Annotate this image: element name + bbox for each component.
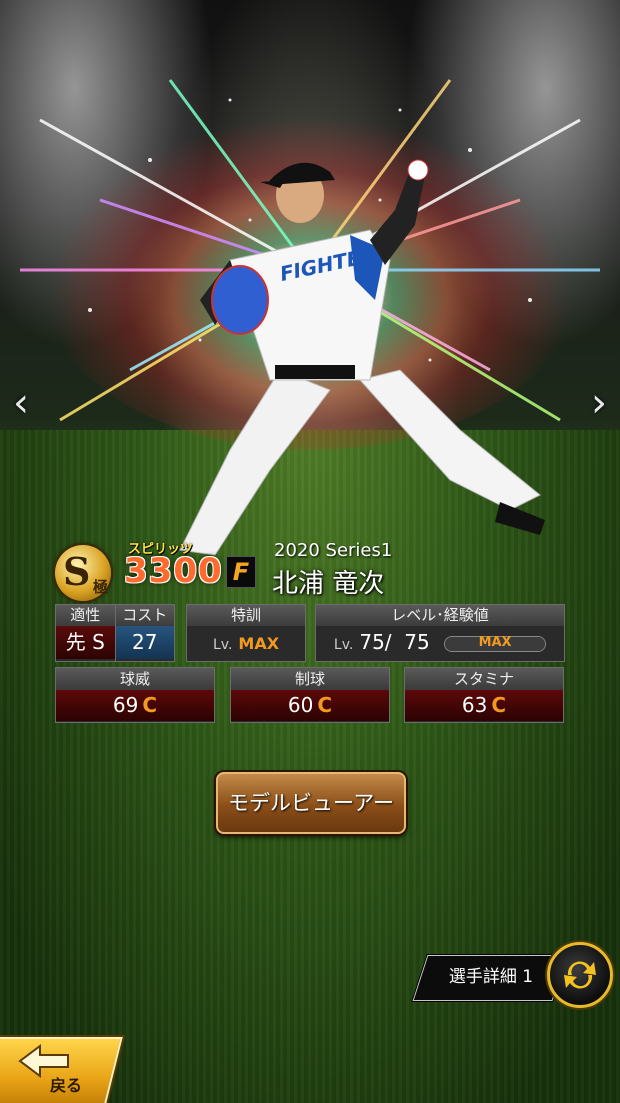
training-body: Lv. MAX [187,626,305,659]
level-header: レベル･経験値 [316,605,564,626]
back-label[interactable]: 戻る [50,1072,82,1096]
rank-letter: S [63,549,91,594]
ability-stamina: スタミナ 63 C [404,667,564,723]
aptitude-cost-panel: 適性 先 S コスト 27 [55,604,175,662]
ability-grade: C [491,693,507,717]
ability-value: 60 [287,693,314,717]
rank-badge: S 極 [55,545,111,601]
level-value: 75/ 75 [359,630,430,654]
team-logo-icon: F [226,556,256,588]
exp-bar: MAX [444,634,547,652]
level-lv-prefix: Lv. [333,637,354,653]
player-card-screen: ‹ › FIGHTERS S 極 スピリッツ 3300 F 2020 Serie… [0,0,620,1103]
ability-grade: C [142,693,158,717]
ability-body: 60 C [231,690,389,721]
level-body: Lv. 75/ 75 MAX [316,626,564,659]
ability-grade: C [317,693,333,717]
aptitude-cell: 適性 先 S [56,605,115,661]
training-value: MAX [238,634,280,653]
spirits-value: 3300 [124,551,223,591]
player-detail-label[interactable]: 選手詳細 1 [432,955,550,999]
ability-velocity: 球威 69 C [55,667,215,723]
exp-bar-label: MAX [478,634,512,650]
ability-body: 69 C [56,690,214,721]
rank-sub-label: 極 [92,578,108,596]
aptitude-value: 先 S [56,626,115,659]
model-viewer-button[interactable]: モデルビューアー [216,772,406,834]
switch-icon[interactable] [547,942,613,1008]
ability-name: 球威 [56,668,214,690]
aptitude-header: 適性 [56,605,115,626]
ability-name: 制球 [231,668,389,690]
training-panel: 特訓 Lv. MAX [186,604,306,662]
player-illustration: FIGHTERS [179,159,545,556]
ability-value: 69 [112,693,139,717]
level-exp-panel: レベル･経験値 Lv. 75/ 75 MAX [315,604,565,662]
player-name: 北浦 竜次 [272,569,385,599]
ability-name: スタミナ [405,668,563,690]
training-lv-prefix: Lv. [212,637,233,653]
ability-body: 63 C [405,690,563,721]
refresh-arrows-icon [564,961,596,989]
series-label: 2020 Series1 [274,540,393,561]
ability-control: 制球 60 C [230,667,390,723]
next-card-arrow-icon[interactable]: › [584,380,614,426]
cost-value: 27 [115,626,174,659]
prev-card-arrow-icon[interactable]: ‹ [6,380,36,426]
ability-value: 63 [461,693,488,717]
training-header: 特訓 [187,605,305,626]
cost-header: コスト [115,605,174,626]
cost-cell: コスト 27 [114,605,174,661]
